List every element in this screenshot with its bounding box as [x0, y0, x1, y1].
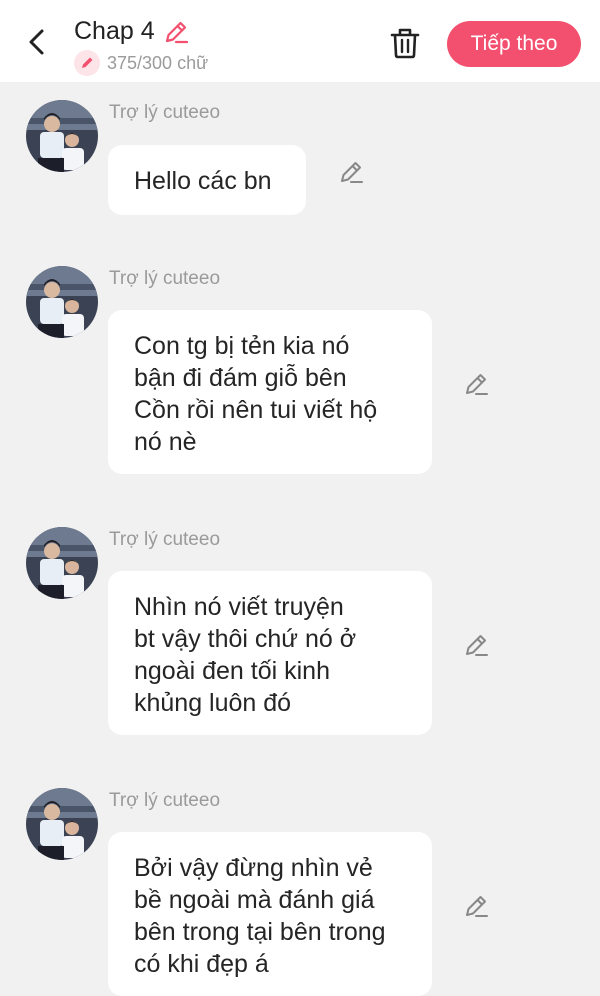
edit-message-button[interactable] [337, 158, 365, 186]
chat-message: Trợ lý cuteeo Con tg bị tẻn kia nó bận đ… [0, 266, 600, 476]
message-bubble[interactable]: Bởi vậy đừng nhìn vẻ bề ngoài mà đánh gi… [108, 832, 432, 996]
chat-message: Trợ lý cuteeo Hello các bn [0, 100, 600, 220]
sender-name: Trợ lý cuteeo [109, 790, 221, 811]
trash-icon [390, 28, 420, 59]
avatar [26, 100, 98, 172]
avatar [26, 788, 98, 860]
chevron-left-icon [29, 29, 44, 55]
pencil-icon [466, 635, 488, 656]
edit-title-button[interactable] [162, 18, 190, 46]
chapter-title[interactable]: Chap 4 [74, 14, 155, 48]
avatar [26, 266, 98, 338]
word-count-badge [74, 50, 100, 76]
avatar [26, 527, 98, 599]
sender-name: Trợ lý cuteeo [109, 529, 221, 550]
sender-name: Trợ lý cuteeo [109, 102, 221, 123]
sender-name: Trợ lý cuteeo [109, 268, 221, 289]
pencil-icon [82, 57, 93, 68]
pencil-icon [165, 21, 189, 44]
pencil-icon [466, 374, 488, 395]
chat-message: Trợ lý cuteeo Nhìn nó viết truyện bt vậy… [0, 527, 600, 737]
top-bar: Chap 4 375/300 chữ Tiếp theo [0, 0, 600, 82]
pencil-icon [341, 162, 363, 183]
edit-message-button[interactable] [462, 631, 490, 659]
edit-message-button[interactable] [462, 892, 490, 920]
chat-message: Trợ lý cuteeo Bởi vậy đừng nhìn vẻ bề ng… [0, 788, 600, 996]
message-bubble[interactable]: Hello các bn [108, 145, 306, 215]
message-bubble[interactable]: Con tg bị tẻn kia nó bận đi đám giỗ bên … [108, 310, 432, 474]
delete-button[interactable] [387, 24, 423, 62]
edit-message-button[interactable] [462, 370, 490, 398]
pencil-icon [466, 896, 488, 917]
message-bubble[interactable]: Nhìn nó viết truyện bt vậy thôi chứ nó ở… [108, 571, 432, 735]
back-button[interactable] [20, 22, 56, 62]
next-button[interactable]: Tiếp theo [447, 21, 581, 67]
word-counter: 375/300 chữ [107, 53, 209, 73]
